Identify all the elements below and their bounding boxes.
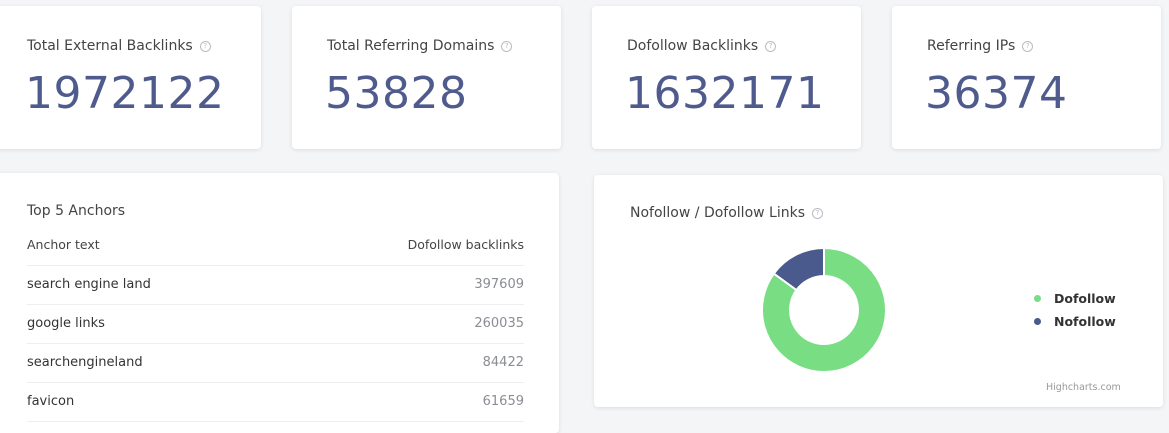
anchor-text: google links — [27, 316, 105, 331]
stat-value: 1972122 — [25, 68, 225, 119]
stat-label: Total External Backlinks ? — [27, 38, 211, 54]
help-icon[interactable]: ? — [812, 207, 823, 219]
stat-card-external-backlinks: Total External Backlinks ? 1972122 — [0, 6, 261, 149]
stat-value: 36374 — [925, 68, 1068, 119]
stat-value: 53828 — [325, 68, 468, 119]
anchor-text: searchengineland — [27, 355, 143, 370]
nofollow-dofollow-chart-panel: Nofollow / Dofollow Links ? Dofollow Nofo… — [594, 175, 1163, 407]
table-row: searchengineland 84422 — [27, 344, 524, 383]
legend-marker — [1034, 295, 1041, 302]
stat-value: 1632171 — [625, 68, 825, 119]
help-icon[interactable]: ? — [501, 40, 513, 52]
stat-card-dofollow-backlinks: Dofollow Backlinks ? 1632171 — [592, 6, 861, 149]
legend-item-dofollow[interactable]: Dofollow — [1034, 287, 1116, 310]
top-anchors-panel: Top 5 Anchors Anchor text Dofollow backl… — [0, 173, 559, 433]
anchor-text: search engine land — [27, 277, 151, 292]
stat-card-referring-domains: Total Referring Domains ? 53828 — [292, 6, 561, 149]
table-row: google links 260035 — [27, 305, 524, 344]
column-header-anchor-text: Anchor text — [27, 237, 100, 252]
chart-credits[interactable]: Highcharts.com — [1046, 382, 1121, 393]
help-icon[interactable]: ? — [1022, 40, 1034, 52]
stat-label: Referring IPs ? — [927, 38, 1034, 54]
donut-chart — [761, 246, 887, 373]
legend-label: Dofollow — [1054, 291, 1116, 306]
anchor-count: 397609 — [474, 277, 524, 292]
anchor-text: favicon — [27, 394, 75, 409]
anchor-count: 260035 — [474, 316, 524, 331]
table-row: search engine land 397609 — [27, 266, 524, 305]
anchors-table: Anchor text Dofollow backlinks search en… — [27, 231, 524, 422]
anchor-count: 84422 — [482, 355, 524, 370]
table-row: favicon 61659 — [27, 383, 524, 422]
panel-title: Top 5 Anchors — [27, 203, 126, 219]
column-header-dofollow-backlinks: Dofollow backlinks — [407, 237, 524, 252]
table-header: Anchor text Dofollow backlinks — [27, 231, 524, 266]
chart-legend: Dofollow Nofollow — [1034, 287, 1116, 333]
legend-marker — [1034, 318, 1041, 325]
panel-title: Nofollow / Dofollow Links ? — [630, 205, 823, 221]
legend-label: Nofollow — [1054, 314, 1116, 329]
stat-card-referring-ips: Referring IPs ? 36374 — [892, 6, 1161, 149]
legend-item-nofollow[interactable]: Nofollow — [1034, 310, 1116, 333]
help-icon[interactable]: ? — [199, 40, 211, 52]
anchor-count: 61659 — [482, 394, 524, 409]
stat-label: Total Referring Domains ? — [327, 38, 513, 54]
stat-label: Dofollow Backlinks ? — [627, 38, 777, 54]
help-icon[interactable]: ? — [765, 40, 777, 52]
